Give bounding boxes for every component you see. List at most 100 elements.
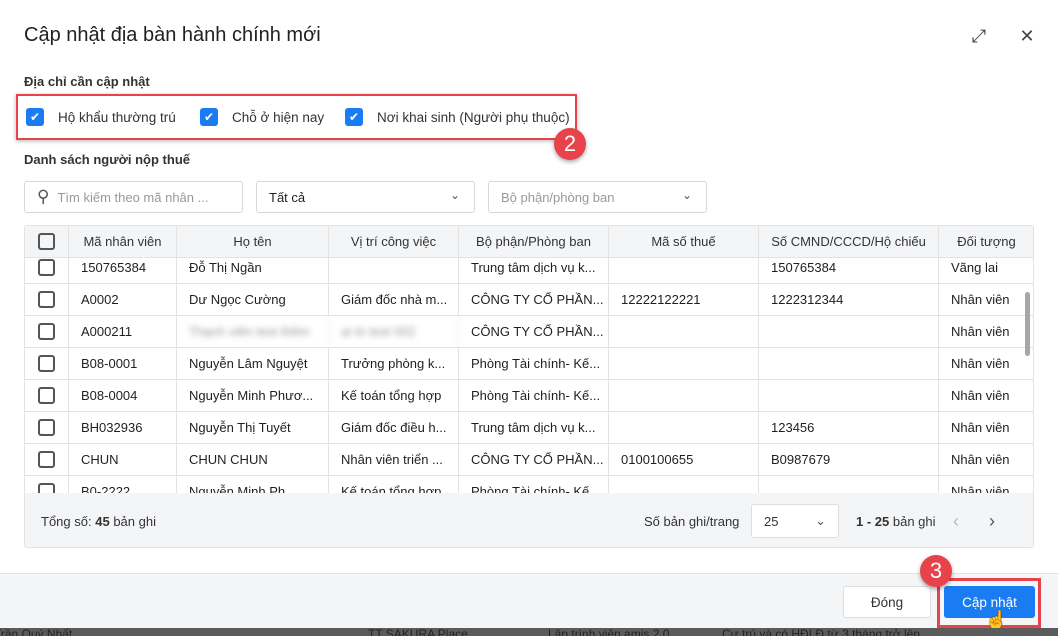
column-header[interactable]: Vị trí công việc [329, 226, 459, 257]
chevron-down-icon: ⌄ [815, 513, 826, 528]
table-cell: 1222312344 [759, 284, 939, 315]
close-button[interactable]: Đóng [843, 586, 931, 618]
row-checkbox[interactable] [25, 380, 69, 411]
per-page-select[interactable]: 25 ⌄ [751, 504, 839, 538]
background-page: Trần Quý Nhất TT SAKURA Place Lập trình … [0, 628, 1058, 636]
table-cell: Nhân viên [939, 476, 1033, 493]
table-row[interactable]: B0-2222 Nguyễn Minh Ph... Kế toán tổng hợp… [25, 476, 1033, 493]
table-cell [609, 476, 759, 493]
table-body: 150765384 Đỗ Thị Ngần Trung tâm dịch vụ k.… [25, 258, 1033, 493]
table-cell: Nguyễn Lâm Nguyệt [177, 348, 329, 379]
table-cell: Nhân viên triển ... [329, 444, 459, 475]
chevron-down-icon: ⌄ [449, 188, 460, 202]
row-checkbox[interactable] [25, 444, 69, 475]
row-checkbox[interactable] [25, 348, 69, 379]
search-input[interactable]: ⚲ Tìm kiếm theo mã nhân ... [24, 181, 243, 213]
table-cell [759, 316, 939, 347]
table-cell: Phòng Tài chính- Kế... [459, 476, 609, 493]
table-cell: CHUN CHUN [177, 444, 329, 475]
table-row[interactable]: B08-0004 Nguyễn Minh Phươ... Kế toán tổng … [25, 380, 1033, 412]
table-row[interactable]: CHUN CHUN CHUN Nhân viên triển ... CÔNG TY … [25, 444, 1033, 476]
table-cell: A0002 [69, 284, 177, 315]
table-cell [759, 476, 939, 493]
table-cell: CÔNG TY CỔ PHẦN... [459, 316, 609, 347]
address-checkbox-group: ✔ Hộ khẩu thường trú ✔ Chỗ ở hiện nay ✔ Nơi… [16, 94, 577, 140]
checkbox-label: Hộ khẩu thường trú [58, 109, 176, 125]
column-header[interactable]: Mã nhân viên [69, 226, 177, 257]
table-cell: Phòng Tài chính- Kế... [459, 348, 609, 379]
table-cell [759, 380, 939, 411]
table-cell: Thạch viên test thêm [177, 316, 329, 347]
step-badge-2: 2 [554, 128, 586, 160]
table-cell [609, 348, 759, 379]
table-cell: Trưởng phòng k... [329, 348, 459, 379]
table-cell: Đỗ Thị Ngần [177, 258, 329, 283]
scrollbar[interactable] [1025, 292, 1030, 356]
department-placeholder: Bộ phận/phòng ban [501, 189, 615, 205]
table-row[interactable]: A000211 Thạch viên test thêm ai tri test 0… [25, 316, 1033, 348]
table-cell: Nguyễn Minh Phươ... [177, 380, 329, 411]
row-checkbox[interactable] [25, 284, 69, 315]
row-checkbox[interactable] [25, 316, 69, 347]
table-cell: 123456 [759, 412, 939, 443]
row-checkbox[interactable] [25, 476, 69, 493]
select-all-checkbox[interactable] [25, 226, 69, 257]
table-cell: Nhân viên [939, 444, 1033, 475]
background-text: Cư trú và có HĐLĐ từ 3 tháng trở lên [722, 628, 921, 636]
column-header[interactable]: Mã số thuế [609, 226, 759, 257]
status-filter-select[interactable]: Tất cả ⌄ [256, 181, 475, 213]
taxpayer-table: Mã nhân viên Họ tên Vị trí công việc Bộ phậ… [24, 225, 1034, 548]
page-range: 1 - 25 bản ghi [856, 513, 936, 529]
checkbox-label: Nơi khai sinh (Người phụ thuộc) [377, 109, 570, 125]
expand-icon[interactable]: ⤢ [969, 26, 989, 46]
table-cell: ai tri test 002 [329, 316, 459, 347]
search-placeholder: Tìm kiếm theo mã nhân ... [57, 189, 209, 205]
table-cell: Nhân viên [939, 412, 1033, 443]
row-checkbox[interactable] [25, 258, 69, 283]
background-text: Trần Quý Nhất [0, 628, 73, 636]
table-cell: B0987679 [759, 444, 939, 475]
column-header[interactable]: Số CMND/CCCD/Hộ chiếu [759, 226, 939, 257]
table-cell: CÔNG TY CỔ PHẦN... [459, 444, 609, 475]
table-cell [609, 316, 759, 347]
dialog-title: Cập nhật địa bàn hành chính mới [24, 24, 321, 46]
table-row[interactable]: 150765384 Đỗ Thị Ngần Trung tâm dịch vụ k.… [25, 258, 1033, 284]
next-page-icon[interactable]: › [989, 511, 995, 532]
row-checkbox[interactable] [25, 412, 69, 443]
table-cell [609, 380, 759, 411]
background-text: Lập trình viên amis 2.0 [548, 628, 670, 636]
prev-page-icon[interactable]: ‹ [953, 511, 959, 532]
table-header: Mã nhân viên Họ tên Vị trí công việc Bộ phậ… [25, 226, 1033, 258]
table-row[interactable]: A0002 Dư Ngọc Cường Giám đốc nhà m... CÔNG … [25, 284, 1033, 316]
table-cell: CÔNG TY CỔ PHẦN... [459, 284, 609, 315]
taxpayer-list-label: Danh sách người nộp thuế [24, 152, 190, 167]
column-header[interactable]: Đối tượng [939, 226, 1033, 257]
total-count: Tổng số: 45 bản ghi [41, 513, 156, 529]
step-badge-3: 3 [920, 555, 952, 587]
checkbox-cho-o[interactable]: ✔ Chỗ ở hiện nay [200, 108, 324, 126]
column-header[interactable]: Họ tên [177, 226, 329, 257]
column-header[interactable]: Bộ phận/Phòng ban [459, 226, 609, 257]
table-cell: B08-0004 [69, 380, 177, 411]
per-page-label: Số bản ghi/trang [644, 513, 740, 529]
table-cell: Nhân viên [939, 316, 1033, 347]
table-row[interactable]: BH032936 Nguyễn Thị Tuyết Giám đốc điều h.… [25, 412, 1033, 444]
table-cell: 150765384 [759, 258, 939, 283]
table-cell: CHUN [69, 444, 177, 475]
table-cell: Nguyễn Thị Tuyết [177, 412, 329, 443]
department-select[interactable]: Bộ phận/phòng ban ⌄ [488, 181, 707, 213]
checkbox-ho-khau[interactable]: ✔ Hộ khẩu thường trú [26, 108, 176, 126]
table-cell: Nhân viên [939, 284, 1033, 315]
checkbox-checked-icon: ✔ [200, 108, 218, 126]
table-cell: Trung tâm dịch vụ k... [459, 412, 609, 443]
table-row[interactable]: B08-0001 Nguyễn Lâm Nguyệt Trưởng phòng k.… [25, 348, 1033, 380]
table-cell [609, 258, 759, 283]
table-cell: Giám đốc nhà m... [329, 284, 459, 315]
table-cell: 150765384 [69, 258, 177, 283]
status-filter-value: Tất cả [269, 189, 306, 205]
table-cell: B0-2222 [69, 476, 177, 493]
table-cell [759, 348, 939, 379]
close-icon[interactable]: ✕ [1017, 26, 1037, 46]
table-cell: Vãng lai [939, 258, 1033, 283]
checkbox-noi-khai-sinh[interactable]: ✔ Nơi khai sinh (Người phụ thuộc) [345, 108, 570, 126]
